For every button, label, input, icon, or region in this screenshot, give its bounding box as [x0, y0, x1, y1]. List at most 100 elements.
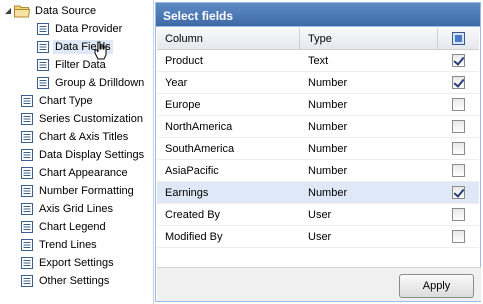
settings-page-icon: [21, 167, 33, 179]
tree-node-chart-axis-titles[interactable]: Chart & Axis Titles: [21, 128, 130, 146]
field-row[interactable]: SouthAmerica Number: [157, 138, 479, 160]
field-type: Number: [308, 120, 348, 133]
tree-node-label: Group & Drilldown: [55, 77, 145, 89]
field-type: Number: [308, 98, 348, 111]
field-column-name: Europe: [165, 98, 201, 111]
grid-header-row: Column Type: [157, 28, 479, 50]
tree-node-export-settings[interactable]: Export Settings: [21, 254, 116, 272]
field-select-checkbox[interactable]: [452, 186, 465, 199]
panel-footer: Apply: [157, 267, 481, 301]
field-select-checkbox[interactable]: [452, 54, 465, 67]
field-column-name: Modified By: [165, 230, 223, 243]
column-header-column[interactable]: Column: [157, 28, 300, 49]
field-select-checkbox[interactable]: [452, 98, 465, 111]
tree-node-label: Chart Legend: [39, 221, 106, 233]
field-select-cell[interactable]: [438, 186, 479, 199]
field-select-cell[interactable]: [438, 230, 479, 243]
tree-node-trend-lines[interactable]: Trend Lines: [21, 236, 99, 254]
tree-node-label: Data Fields: [53, 40, 113, 54]
settings-page-icon: [21, 257, 33, 269]
field-select-cell[interactable]: [438, 208, 479, 221]
tree-node-data-display-settings[interactable]: Data Display Settings: [21, 146, 146, 164]
field-type: User: [308, 208, 332, 221]
field-row[interactable]: Created By User: [157, 204, 479, 226]
expanded-arrow-icon[interactable]: [4, 7, 12, 15]
tree-node-group-drilldown[interactable]: Group & Drilldown: [37, 74, 146, 92]
tree-node-label: Data Source: [35, 5, 97, 17]
settings-page-icon: [21, 113, 33, 125]
select-fields-panel: Select fields Column Type Product Text Yea…: [155, 2, 481, 302]
field-select-cell[interactable]: [438, 76, 479, 89]
field-column-name: Created By: [165, 208, 221, 221]
fields-grid: Column Type Product Text Year Number Europe N…: [157, 28, 479, 248]
settings-page-icon: [21, 131, 33, 143]
field-select-checkbox[interactable]: [452, 208, 465, 221]
field-row[interactable]: AsiaPacific Number: [157, 160, 479, 182]
tree-node-label: Axis Grid Lines: [39, 203, 113, 215]
tree-node-label: Chart & Axis Titles: [39, 131, 129, 143]
field-select-cell[interactable]: [438, 98, 479, 111]
field-select-checkbox[interactable]: [452, 142, 465, 155]
field-select-cell[interactable]: [438, 164, 479, 177]
field-type: Number: [308, 76, 348, 89]
settings-page-icon: [21, 185, 33, 197]
tree-node-label: Chart Type: [39, 95, 93, 107]
settings-page-icon: [37, 23, 49, 35]
tree-node-label: Filter Data: [55, 59, 106, 71]
column-header-type[interactable]: Type: [300, 28, 438, 49]
tree-node-axis-grid-lines[interactable]: Axis Grid Lines: [21, 200, 115, 218]
tree-node-label: Trend Lines: [39, 239, 97, 251]
settings-tree: Data Source Data Provider Data Fields Fi…: [0, 0, 154, 304]
tree-node-label: Data Provider: [55, 23, 123, 35]
select-all-checkbox-icon[interactable]: [452, 32, 465, 45]
tree-node-label: Other Settings: [39, 275, 110, 287]
tree-node-chart-legend[interactable]: Chart Legend: [21, 218, 108, 236]
field-select-cell[interactable]: [438, 54, 479, 67]
field-column-name: Product: [165, 54, 203, 67]
settings-page-icon: [37, 41, 49, 53]
field-row[interactable]: Europe Number: [157, 94, 479, 116]
field-select-checkbox[interactable]: [452, 230, 465, 243]
tree-node-series-customization[interactable]: Series Customization: [21, 110, 145, 128]
field-column-name: Year: [165, 76, 188, 89]
tree-node-data-fields[interactable]: Data Fields: [37, 38, 113, 56]
field-column-name: Earnings: [165, 186, 209, 199]
field-type: Text: [308, 54, 329, 67]
field-select-checkbox[interactable]: [452, 164, 465, 177]
field-select-cell[interactable]: [438, 142, 479, 155]
apply-button[interactable]: Apply: [399, 274, 474, 298]
tree-node-label: Series Customization: [39, 113, 143, 125]
field-column-name: AsiaPacific: [165, 164, 219, 177]
field-select-checkbox[interactable]: [452, 120, 465, 133]
field-column-name: SouthAmerica: [165, 142, 235, 155]
field-select-cell[interactable]: [438, 120, 479, 133]
tree-node-data-source[interactable]: Data Source: [4, 2, 98, 20]
settings-page-icon: [21, 275, 33, 287]
tree-node-data-provider[interactable]: Data Provider: [37, 20, 124, 38]
tree-node-chart-appearance[interactable]: Chart Appearance: [21, 164, 130, 182]
tree-node-label: Number Formatting: [39, 185, 134, 197]
tree-node-label: Chart Appearance: [39, 167, 128, 179]
tree-node-chart-type[interactable]: Chart Type: [21, 92, 95, 110]
tree-node-label: Export Settings: [39, 257, 114, 269]
panel-title: Select fields: [156, 3, 480, 27]
settings-page-icon: [37, 59, 49, 71]
select-all-checkbox[interactable]: [438, 28, 479, 49]
settings-page-icon: [37, 77, 49, 89]
tree-node-filter-data[interactable]: Filter Data: [37, 56, 108, 74]
field-row[interactable]: Product Text: [157, 50, 479, 72]
settings-page-icon: [21, 239, 33, 251]
field-select-checkbox[interactable]: [452, 76, 465, 89]
tree-node-other-settings[interactable]: Other Settings: [21, 272, 111, 290]
field-row[interactable]: Modified By User: [157, 226, 479, 248]
field-type: Number: [308, 142, 348, 155]
field-column-name: NorthAmerica: [165, 120, 233, 133]
settings-page-icon: [21, 149, 33, 161]
settings-page-icon: [21, 95, 33, 107]
field-row[interactable]: Year Number: [157, 72, 479, 94]
field-row[interactable]: NorthAmerica Number: [157, 116, 479, 138]
field-row[interactable]: Earnings Number: [157, 182, 479, 204]
tree-node-number-formatting[interactable]: Number Formatting: [21, 182, 136, 200]
field-type: Number: [308, 164, 348, 177]
field-type: Number: [308, 186, 348, 199]
